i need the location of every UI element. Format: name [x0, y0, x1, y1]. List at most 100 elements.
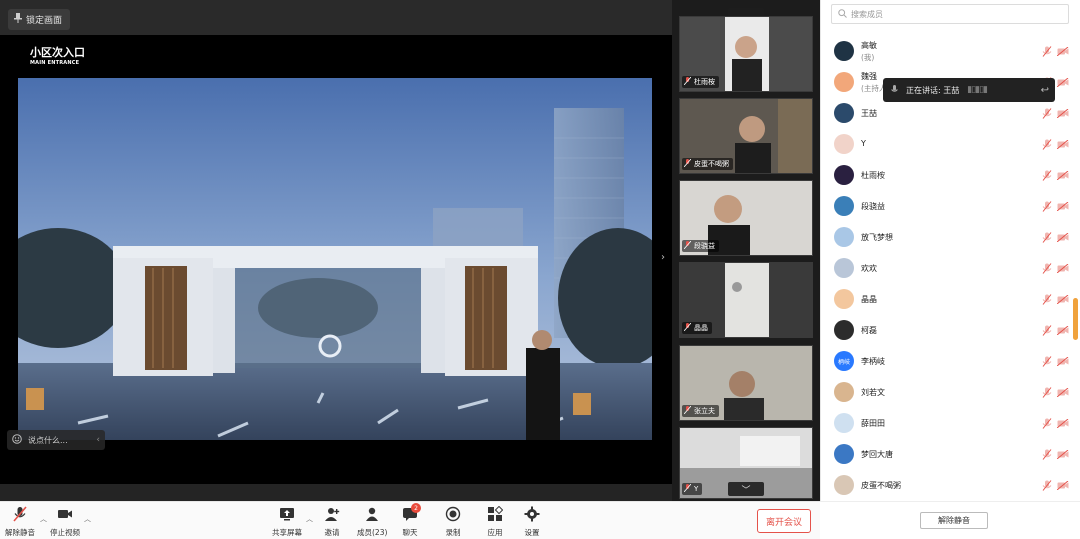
participant-name-tag: 杜雨桉 — [682, 76, 719, 88]
camera-off-icon[interactable] — [1057, 47, 1069, 56]
chevron-left-icon[interactable]: ‹ — [96, 435, 100, 445]
mic-muted-icon[interactable] — [1042, 480, 1052, 491]
camera-off-icon[interactable] — [1057, 78, 1069, 87]
share-options-caret-icon[interactable]: ︿ — [306, 514, 313, 524]
video-tile[interactable]: 杜雨桉 — [679, 16, 813, 92]
camera-off-icon[interactable] — [1057, 295, 1069, 304]
avatar — [834, 320, 854, 340]
speaking-indicator-popup: 正在讲话: 王喆 ▮▯▮▯▮ ↩ — [883, 78, 1055, 102]
mic-muted-icon — [684, 323, 691, 333]
participant-name-tag: 晶晶 — [682, 322, 712, 334]
member-name: 放飞梦想 — [861, 233, 893, 242]
video-tile[interactable]: 晶晶 — [679, 262, 813, 338]
member-row[interactable]: 放飞梦想 — [821, 222, 1071, 253]
record-button[interactable]: 录制 — [445, 506, 461, 538]
chat-placeholder: 说点什么... — [28, 435, 68, 445]
member-row[interactable]: 皮蛋不喝粥 — [821, 470, 1071, 501]
camera-off-icon[interactable] — [1057, 419, 1069, 428]
member-name: Y — [861, 139, 866, 148]
mic-muted-icon[interactable] — [1042, 418, 1052, 429]
participant-name-tag: Y — [682, 483, 703, 495]
chat-icon: 2 — [402, 503, 421, 527]
invite-button[interactable]: 邀请 — [324, 506, 340, 538]
member-search-input[interactable]: 搜索成员 — [831, 4, 1069, 24]
mic-muted-icon[interactable] — [1042, 201, 1052, 212]
avatar — [834, 72, 854, 92]
settings-button[interactable]: 设置 — [524, 506, 540, 538]
return-icon[interactable]: ↩ — [1041, 85, 1049, 96]
member-row[interactable]: 柯磊 — [821, 315, 1071, 346]
mic-muted-icon[interactable] — [1042, 232, 1052, 243]
member-row[interactable]: Y — [821, 129, 1071, 160]
member-row[interactable]: 王喆 — [821, 98, 1071, 129]
camera-off-icon[interactable] — [1057, 450, 1069, 459]
pin-icon — [14, 13, 22, 26]
member-row[interactable]: 欢欢 — [821, 253, 1071, 284]
mic-muted-icon[interactable] — [1042, 46, 1052, 57]
mic-muted-icon[interactable] — [1042, 108, 1052, 119]
camera-off-icon[interactable] — [1057, 109, 1069, 118]
mic-muted-icon — [684, 484, 691, 494]
waveform-icon: ▮▯▮▯▮ — [967, 85, 988, 95]
video-tile[interactable]: 皮蛋不喝粥 — [679, 98, 813, 174]
mic-muted-icon[interactable] — [1042, 325, 1052, 336]
apps-button[interactable]: 应用 — [487, 505, 504, 538]
participant-name-tag: 张立夫 — [682, 405, 719, 417]
member-role-note: (我) — [861, 53, 875, 62]
member-search-placeholder: 搜索成员 — [851, 9, 883, 19]
chat-input-pill[interactable]: 说点什么... ‹ — [7, 430, 105, 450]
video-tile[interactable]: 张立夫 — [679, 345, 813, 421]
video-tile[interactable]: 段骁益 — [679, 180, 813, 256]
member-name: 柯磊 — [861, 326, 877, 335]
member-name: 薛田田 — [861, 419, 885, 428]
lock-view-button[interactable]: 锁定画面 — [8, 9, 71, 30]
gallery-scroll-down-button[interactable]: ﹀ — [728, 482, 764, 496]
mic-muted-icon[interactable] — [1042, 449, 1052, 460]
avatar — [834, 444, 854, 464]
speaking-label: 正在讲话: 王喆 — [906, 85, 960, 95]
member-row[interactable]: 段骁益 — [821, 191, 1071, 222]
member-row[interactable]: 刘若文 — [821, 377, 1071, 408]
camera-off-icon[interactable] — [1057, 326, 1069, 335]
camera-off-icon[interactable] — [1057, 357, 1069, 366]
camera-off-icon[interactable] — [1057, 233, 1069, 242]
chat-unread-badge: 2 — [411, 503, 421, 513]
member-list-scrollbar[interactable] — [1073, 298, 1078, 340]
chat-button[interactable]: 2 聊天 — [402, 503, 421, 538]
mic-muted-icon[interactable] — [1042, 387, 1052, 398]
avatar — [834, 134, 854, 154]
camera-off-icon[interactable] — [1057, 388, 1069, 397]
mic-muted-icon[interactable] — [1042, 170, 1052, 181]
share-screen-button[interactable]: 共享屏幕 — [272, 506, 302, 538]
camera-off-icon[interactable] — [1057, 202, 1069, 211]
stage-bottom-bar — [0, 484, 672, 501]
video-options-caret-icon[interactable]: ︿ — [84, 514, 91, 524]
camera-off-icon[interactable] — [1057, 481, 1069, 490]
camera-off-icon[interactable] — [1057, 264, 1069, 273]
avatar — [834, 196, 854, 216]
member-row[interactable]: 杜雨桉 — [821, 160, 1071, 191]
avatar — [834, 165, 854, 185]
mic-muted-icon — [684, 406, 691, 416]
camera-off-icon[interactable] — [1057, 171, 1069, 180]
mic-muted-icon[interactable] — [1042, 356, 1052, 367]
unmute-button[interactable]: 解除静音 — [5, 506, 35, 538]
mic-muted-icon[interactable] — [1042, 139, 1052, 150]
stop-video-button[interactable]: 停止视频 — [50, 506, 80, 538]
member-row[interactable]: 薛田田 — [821, 408, 1071, 439]
audio-options-caret-icon[interactable]: ︿ — [40, 514, 47, 524]
unmute-all-button[interactable]: 解除静音 — [920, 512, 988, 529]
leave-meeting-button[interactable]: 离开会议 — [757, 509, 811, 533]
mic-muted-icon[interactable] — [1042, 294, 1052, 305]
member-row[interactable]: 高敏 (我) — [821, 36, 1071, 67]
camera-off-icon[interactable] — [1057, 140, 1069, 149]
member-row[interactable]: 晶晶 — [821, 284, 1071, 315]
member-name: 段骁益 — [861, 202, 885, 211]
search-icon — [838, 8, 847, 20]
member-row[interactable]: 柄岐 李柄岐 — [821, 346, 1071, 377]
mic-muted-icon[interactable] — [1042, 263, 1052, 274]
member-row[interactable]: 梦回大唐 — [821, 439, 1071, 470]
mic-muted-icon — [12, 506, 28, 527]
collapse-video-panel-icon[interactable]: › — [661, 252, 665, 263]
members-button[interactable]: 成员(23) — [357, 506, 387, 538]
